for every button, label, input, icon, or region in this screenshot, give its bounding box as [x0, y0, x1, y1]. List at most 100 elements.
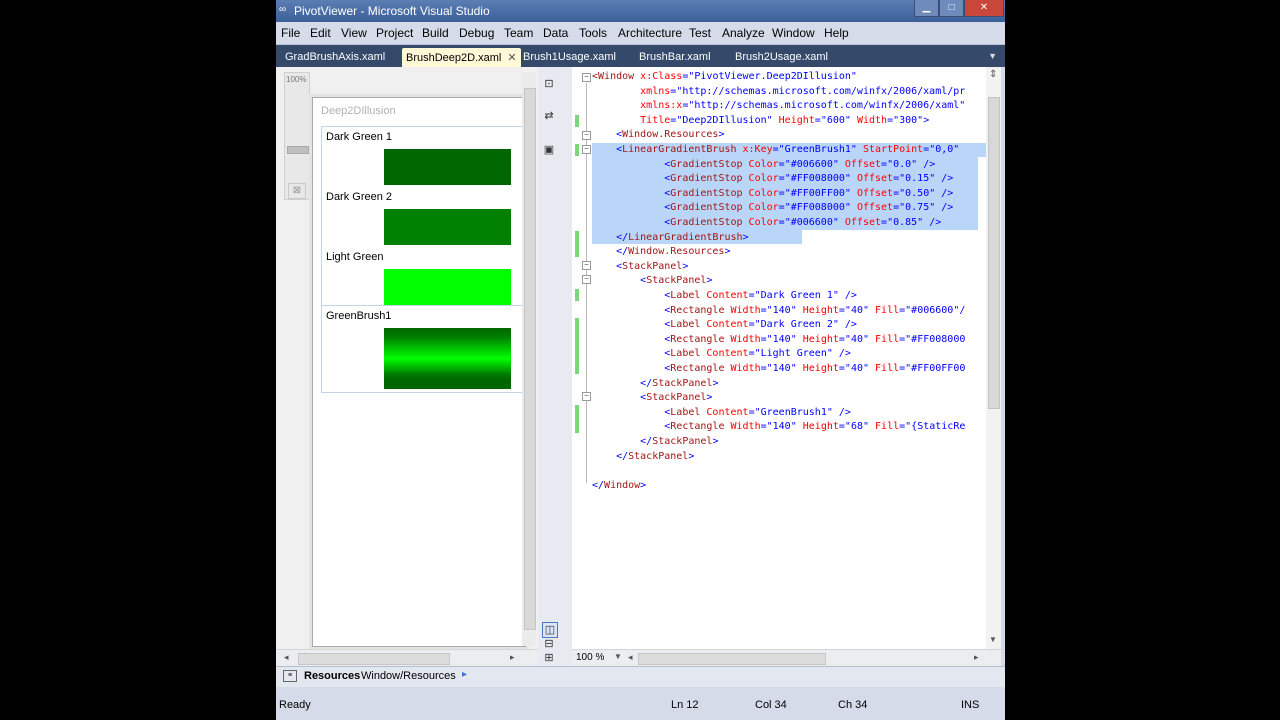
- tab-gradbrushaxis[interactable]: GradBrushAxis.xaml: [281, 50, 389, 67]
- code-line[interactable]: <Rectangle Width="140" Height="40" Fill=…: [592, 304, 965, 318]
- code-line[interactable]: </StackPanel>: [592, 377, 718, 391]
- tab-brush2usage[interactable]: Brush2Usage.xaml: [731, 50, 832, 67]
- maximize-button[interactable]: □: [939, 0, 964, 17]
- zoom-thumb[interactable]: [287, 146, 309, 154]
- code-line[interactable]: <Rectangle Width="140" Height="68" Fill=…: [592, 420, 965, 434]
- swap-panes-icon[interactable]: ⇄: [542, 109, 556, 123]
- breadcrumb-path[interactable]: Window/Resources: [361, 670, 456, 682]
- scroll-down-icon[interactable]: ▼: [989, 635, 997, 644]
- menu-help[interactable]: Help: [824, 26, 849, 40]
- collapse-toggle-icon[interactable]: −: [582, 145, 591, 154]
- close-tab-icon[interactable]: ✕: [507, 52, 516, 64]
- editor-zoom-select[interactable]: 100 %: [576, 652, 604, 664]
- collapse-toggle-icon[interactable]: −: [582, 73, 591, 82]
- code-line[interactable]: <GradientStop Color="#FF00FF00" Offset="…: [592, 187, 953, 201]
- tab-brush1usage[interactable]: Brush1Usage.xaml: [519, 50, 620, 67]
- code-line[interactable]: <GradientStop Color="#FF008000" Offset="…: [592, 172, 953, 186]
- menu-analyze[interactable]: Analyze: [722, 26, 765, 40]
- code-line[interactable]: <LinearGradientBrush x:Key="GreenBrush1"…: [592, 143, 959, 157]
- status-char: Ch 34: [838, 699, 868, 711]
- select-pointer-icon[interactable]: ⊡: [542, 77, 556, 91]
- code-token: "#006600"/: [905, 304, 966, 316]
- design-horizontal-scrollbar[interactable]: ◂ ▸: [276, 649, 538, 667]
- design-vertical-scrollbar[interactable]: [522, 72, 536, 646]
- menu-file[interactable]: File: [281, 26, 300, 40]
- code-line[interactable]: <GradientStop Color="#006600" Offset="0.…: [592, 158, 935, 172]
- menu-window[interactable]: Window: [772, 26, 815, 40]
- rectangle-dark-green-2[interactable]: [384, 209, 511, 245]
- menu-project[interactable]: Project: [376, 26, 413, 40]
- fit-to-window-icon[interactable]: ⊠: [288, 183, 306, 199]
- menu-debug[interactable]: Debug: [459, 26, 494, 40]
- menu-edit[interactable]: Edit: [310, 26, 331, 40]
- menu-tools[interactable]: Tools: [579, 26, 607, 40]
- code-line[interactable]: <GradientStop Color="#FF008000" Offset="…: [592, 201, 953, 215]
- scrollbar-thumb[interactable]: [524, 88, 536, 630]
- code-line[interactable]: </LinearGradientBrush>: [592, 231, 748, 245]
- document-outline-icon[interactable]: ≡: [283, 670, 297, 682]
- scroll-right-icon[interactable]: ▸: [974, 652, 979, 663]
- xaml-editor[interactable]: − − − − − − <Window x:Class="PivotViewer…: [572, 67, 986, 649]
- code-line[interactable]: <Window x:Class="PivotViewer.Deep2DIllus…: [592, 70, 857, 84]
- editor-horizontal-scrollbar[interactable]: 100 % ▼ ◂ ▸: [572, 649, 1001, 667]
- collapse-toggle-icon[interactable]: −: [582, 392, 591, 401]
- zoom-slider[interactable]: 100% ⊠: [284, 72, 310, 200]
- breadcrumb-arrow-icon[interactable]: ▸: [462, 669, 467, 680]
- rectangle-greenbrush1[interactable]: [384, 328, 511, 389]
- split-vertical-icon[interactable]: ◫: [542, 622, 558, 638]
- code-line[interactable]: <Rectangle Width="140" Height="40" Fill=…: [592, 362, 965, 376]
- scroll-left-icon[interactable]: ◂: [628, 652, 633, 663]
- code-line[interactable]: <Label Content="Dark Green 2" />: [592, 318, 857, 332]
- window-preview[interactable]: Deep2DIllusion Dark Green 1 Dark Green 2…: [312, 97, 526, 647]
- scroll-left-icon[interactable]: ◂: [284, 652, 289, 663]
- scroll-right-icon[interactable]: ▸: [510, 652, 515, 663]
- rectangle-light-green[interactable]: [384, 269, 511, 305]
- code-line[interactable]: <Label Content="Light Green" />: [592, 347, 851, 361]
- editor-vertical-scrollbar[interactable]: ⇕ ▼: [986, 67, 1001, 649]
- pane-splitter[interactable]: ⊡ ⇄ ▣ ◫ ⊟ ⊞: [538, 67, 572, 666]
- breadcrumb-current[interactable]: Resources: [304, 670, 360, 682]
- scrollbar-thumb[interactable]: [988, 97, 1000, 409]
- zoom-dropdown-icon[interactable]: ▼: [614, 652, 622, 661]
- menu-team[interactable]: Team: [504, 26, 533, 40]
- tab-brushbar[interactable]: BrushBar.xaml: [635, 50, 715, 67]
- code-line[interactable]: </StackPanel>: [592, 435, 718, 449]
- code-line[interactable]: <Label Content="GreenBrush1" />: [592, 406, 851, 420]
- menu-view[interactable]: View: [341, 26, 367, 40]
- code-line[interactable]: <StackPanel>: [592, 391, 712, 405]
- code-line[interactable]: </Window>: [592, 479, 646, 493]
- expand-pane-icon[interactable]: ⊞: [542, 651, 556, 665]
- code-line[interactable]: <Rectangle Width="140" Height="40" Fill=…: [592, 333, 965, 347]
- code-line[interactable]: <StackPanel>: [592, 274, 712, 288]
- scrollbar-thumb[interactable]: [638, 653, 826, 665]
- collapse-toggle-icon[interactable]: −: [582, 131, 591, 140]
- stackpanel-preview-2[interactable]: GreenBrush1: [321, 305, 523, 393]
- split-horizontal-icon[interactable]: ⊟: [542, 637, 556, 651]
- menu-data[interactable]: Data: [543, 26, 568, 40]
- code-line[interactable]: xmlns:x="http://schemas.microsoft.com/wi…: [592, 99, 965, 113]
- collapse-toggle-icon[interactable]: −: [582, 275, 591, 284]
- code-token: <: [592, 202, 671, 214]
- menu-build[interactable]: Build: [422, 26, 449, 40]
- stackpanel-preview[interactable]: Dark Green 1 Dark Green 2 Light Green: [321, 126, 523, 306]
- change-marker: [575, 318, 579, 374]
- split-editor-icon[interactable]: ⇕: [989, 69, 997, 80]
- menu-architecture[interactable]: Architecture: [618, 26, 682, 40]
- collapse-toggle-icon[interactable]: −: [582, 261, 591, 270]
- collapse-pane-icon[interactable]: ▣: [542, 143, 556, 157]
- code-line[interactable]: </Window.Resources>: [592, 245, 730, 259]
- code-line[interactable]: <Label Content="Dark Green 1" />: [592, 289, 857, 303]
- code-line[interactable]: Title="Deep2DIllusion" Height="600" Widt…: [592, 114, 929, 128]
- code-line[interactable]: <StackPanel>: [592, 260, 688, 274]
- scrollbar-thumb[interactable]: [298, 653, 450, 665]
- tab-brushdeep2d[interactable]: BrushDeep2D.xaml ✕: [402, 48, 521, 67]
- code-line[interactable]: </StackPanel>: [592, 450, 694, 464]
- menu-test[interactable]: Test: [689, 26, 711, 40]
- close-button[interactable]: ✕: [964, 0, 1004, 17]
- code-line[interactable]: xmlns="http://schemas.microsoft.com/winf…: [592, 85, 965, 99]
- tab-dropdown-icon[interactable]: ▼: [988, 51, 997, 61]
- code-line[interactable]: <GradientStop Color="#006600" Offset="0.…: [592, 216, 941, 230]
- rectangle-dark-green-1[interactable]: [384, 149, 511, 185]
- code-line[interactable]: <Window.Resources>: [592, 128, 724, 142]
- minimize-button[interactable]: ▁: [914, 0, 939, 17]
